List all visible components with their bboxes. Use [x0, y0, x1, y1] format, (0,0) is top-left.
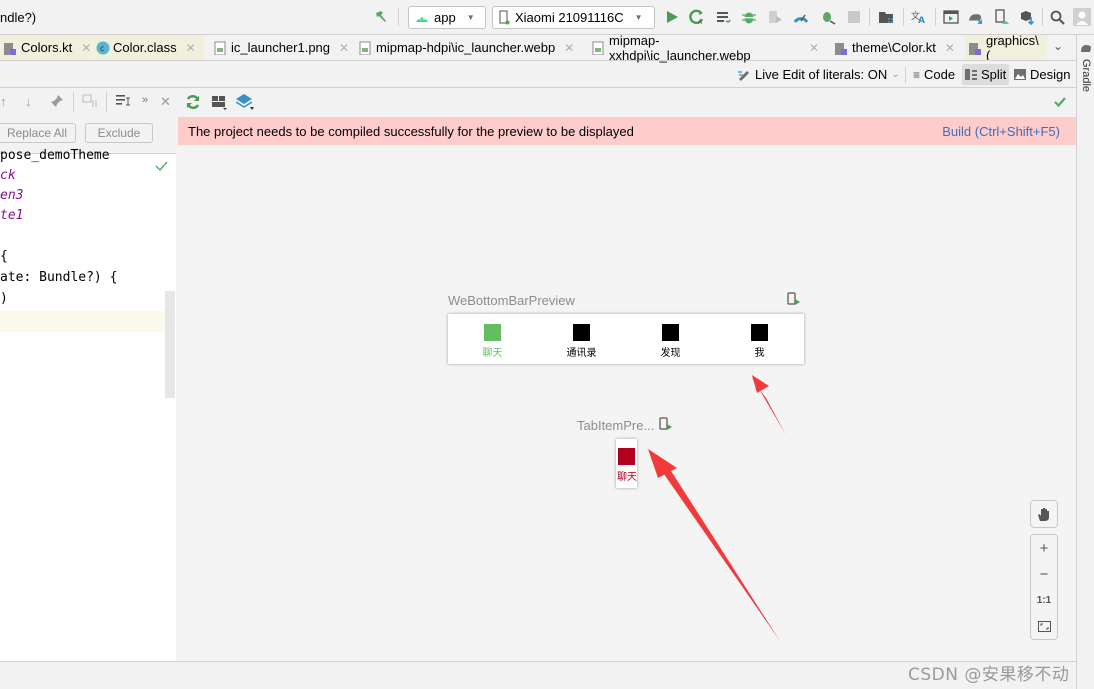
annotation-arrows — [648, 375, 786, 641]
close-find-icon[interactable]: ✕ — [160, 94, 171, 110]
split-mode-button[interactable]: Split — [962, 64, 1010, 85]
tab-theme-color-kt[interactable]: theme\Color.kt ✕ — [831, 35, 961, 60]
run-icon[interactable] — [664, 9, 680, 25]
gradle-elephant-icon — [1080, 41, 1092, 56]
code-mode-icon: ≡ — [913, 67, 921, 82]
class-file-icon: c — [96, 41, 110, 55]
pan-hand-icon — [1031, 501, 1057, 527]
exclude-button[interactable]: Exclude — [85, 123, 153, 143]
close-tab-icon[interactable]: ✕ — [339, 41, 349, 55]
debug-icon[interactable] — [741, 9, 757, 25]
live-edit-toggle[interactable]: Live Edit of literals: ON ⌄ — [734, 64, 903, 85]
compose-preview-panel: The project needs to be compiled success… — [176, 88, 1076, 661]
chevron-down-icon: ⌄ — [891, 69, 900, 80]
next-occurrence-icon[interactable]: ↓ — [25, 94, 32, 109]
tab-ic-launcher1-png[interactable]: ic_launcher1.png ✕ — [210, 35, 350, 60]
translate-icon[interactable]: 文A — [911, 9, 927, 25]
android-icon — [416, 17, 428, 22]
tab-colors-kt[interactable]: Colors.kt ✕ — [0, 35, 91, 60]
code-line: en3 — [0, 188, 24, 203]
tab-color-class[interactable]: c Color.class ✕ — [92, 35, 204, 60]
close-tab-icon[interactable]: ✕ — [186, 41, 196, 55]
code-line: { — [0, 249, 8, 264]
more-options-icon[interactable]: » — [142, 94, 148, 106]
code-line: ) — [0, 291, 8, 306]
project-structure-icon[interactable] — [878, 9, 894, 25]
design-mode-icon — [1014, 69, 1026, 80]
main-toolbar: ndle?) app ▼ Xiaomi 21091116C ▼ A 文 A — [0, 0, 1094, 35]
svg-text:c: c — [100, 44, 104, 53]
avatar-icon[interactable] — [1073, 8, 1091, 26]
in-selection-icon[interactable] — [82, 94, 98, 111]
window-title-fragment: ndle?) — [0, 10, 37, 25]
previous-occurrence-icon[interactable]: ↑ — [0, 94, 7, 109]
run-config-label: app — [434, 10, 456, 25]
find-replace-panel: ↑ ↓ » ✕ Replace All Exclude pose_demoThe… — [0, 88, 176, 661]
code-line: ate: Bundle?) { — [0, 270, 118, 285]
right-tool-strip: Gradle — [1076, 35, 1094, 689]
device-select[interactable]: Xiaomi 21091116C ▼ — [492, 6, 655, 29]
pin-icon[interactable] — [50, 94, 64, 111]
device-label: Xiaomi 21091116C — [515, 10, 624, 25]
tabs-overflow-chevron-icon[interactable]: ⌄ — [1053, 39, 1063, 53]
attach-debugger-icon[interactable] — [767, 9, 783, 25]
code-line: pose_demoTheme — [0, 148, 110, 163]
kotlin-file-icon — [4, 41, 16, 55]
device-manager-icon[interactable] — [994, 9, 1010, 25]
stop-icon[interactable] — [846, 9, 862, 25]
search-icon[interactable] — [1049, 9, 1065, 25]
kotlin-file-icon — [969, 41, 981, 55]
device-icon — [499, 10, 510, 25]
android-studio-window: ndle?) app ▼ Xiaomi 21091116C ▼ A 文 A Co… — [0, 0, 1094, 689]
code-editor[interactable]: pose_demoTheme ck en3 te1 { ate: Bundle?… — [0, 148, 176, 661]
run-config-select[interactable]: app ▼ — [408, 6, 486, 29]
tab-mipmap-xxhdpi-ic-launcher[interactable]: mipmap-xxhdpi\ic_launcher.webp ✕ — [588, 33, 823, 63]
filter-icon[interactable] — [116, 94, 131, 109]
apply-changes-icon[interactable]: A — [689, 9, 705, 25]
image-file-icon — [359, 41, 371, 55]
pan-button[interactable] — [1030, 500, 1058, 528]
editor-mode-bar: Live Edit of literals: ON ⌄ ≡ Code Split… — [0, 61, 1076, 88]
zoom-controls: + − 1:1 — [1030, 534, 1058, 640]
actual-size-button[interactable]: 1:1 — [1031, 587, 1057, 613]
editor-scrollbar[interactable] — [165, 291, 175, 398]
editor-tabs: Colors.kt ✕ c Color.class ✕ ic_launcher1… — [0, 33, 1076, 63]
close-tab-icon[interactable]: ✕ — [945, 41, 955, 55]
arrow-to-tab-item — [648, 449, 780, 641]
apply-code-changes-icon[interactable] — [716, 9, 732, 25]
tab-mipmap-hdpi-ic-launcher[interactable]: mipmap-hdpi\ic_launcher.webp ✕ — [355, 35, 580, 60]
close-tab-icon[interactable]: ✕ — [809, 41, 819, 55]
zoom-in-button[interactable]: + — [1031, 535, 1057, 561]
live-edit-icon — [738, 70, 749, 81]
sdk-manager-icon[interactable] — [1019, 9, 1035, 25]
tab-graphics[interactable]: graphics\( — [965, 35, 1047, 60]
no-problems-check-icon — [155, 160, 168, 175]
hammer-icon[interactable] — [373, 9, 389, 25]
code-line: te1 — [0, 208, 24, 223]
image-file-icon — [592, 41, 604, 55]
debug-attach-icon[interactable] — [820, 9, 836, 25]
layout-inspector-icon[interactable] — [943, 9, 959, 25]
gradle-sync-icon[interactable] — [968, 9, 984, 25]
close-tab-icon[interactable]: ✕ — [564, 41, 574, 55]
close-tab-icon[interactable]: ✕ — [81, 41, 91, 55]
chevron-down-icon: ▼ — [466, 13, 475, 22]
zoom-out-button[interactable]: − — [1031, 561, 1057, 587]
replace-all-button[interactable]: Replace All — [0, 123, 76, 143]
arrow-to-bottom-bar — [752, 375, 786, 435]
kotlin-file-icon — [835, 41, 847, 55]
gradle-tool-window-button[interactable]: Gradle — [1080, 59, 1092, 92]
fit-screen-icon[interactable] — [1031, 613, 1057, 639]
split-mode-icon — [965, 69, 977, 80]
design-mode-button[interactable]: Design — [1011, 64, 1073, 85]
svg-text:A: A — [918, 16, 925, 25]
current-line-highlight — [0, 311, 165, 332]
watermark: CSDN @安果移不动 — [908, 665, 1070, 685]
chevron-down-icon: ▼ — [634, 13, 643, 22]
image-file-icon — [214, 41, 226, 55]
profile-icon[interactable] — [793, 9, 809, 25]
code-line: ck — [0, 168, 16, 183]
code-mode-button[interactable]: ≡ Code — [910, 64, 958, 85]
